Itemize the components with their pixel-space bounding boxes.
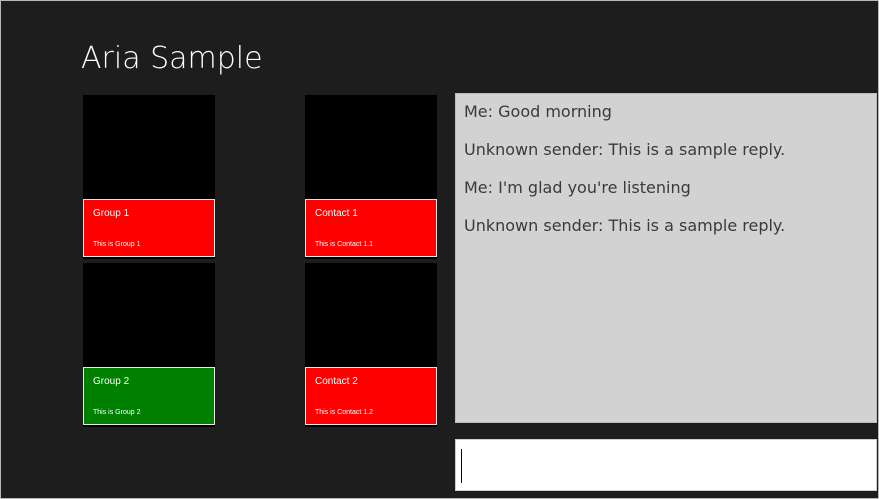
tile-image xyxy=(83,95,215,199)
tile-subtitle: This is Contact 1.2 xyxy=(315,409,373,416)
tile-subtitle: This is Group 2 xyxy=(93,409,141,416)
tile-image xyxy=(83,263,215,367)
chat-message: Me: Good morning xyxy=(464,102,612,121)
page-title: Aria Sample xyxy=(81,41,263,76)
tile-caption: Group 1 This is Group 1 xyxy=(83,199,215,257)
tile-subtitle: This is Group 1 xyxy=(93,241,141,248)
text-caret xyxy=(461,449,462,483)
tile-title: Group 1 xyxy=(93,208,130,219)
tile-caption: Contact 1 This is Contact 1.1 xyxy=(305,199,437,257)
group-tile-1[interactable]: Group 1 This is Group 1 xyxy=(83,95,215,259)
tile-caption: Group 2 This is Group 2 xyxy=(83,367,215,425)
tile-title: Contact 2 xyxy=(315,376,358,387)
tile-caption: Contact 2 This is Contact 1.2 xyxy=(305,367,437,425)
tile-image xyxy=(305,95,437,199)
tile-title: Group 2 xyxy=(93,376,130,387)
message-input[interactable] xyxy=(455,439,877,491)
tile-subtitle: This is Contact 1.1 xyxy=(315,241,373,248)
tile-image xyxy=(305,263,437,367)
chat-message: Unknown sender: This is a sample reply. xyxy=(464,140,786,159)
app-window: Aria Sample Group 1 This is Group 1 Grou… xyxy=(0,0,879,499)
chat-message: Unknown sender: This is a sample reply. xyxy=(464,216,786,235)
chat-panel[interactable]: Me: Good morning Unknown sender: This is… xyxy=(455,93,877,423)
tile-title: Contact 1 xyxy=(315,208,358,219)
group-tile-2[interactable]: Group 2 This is Group 2 xyxy=(83,263,215,427)
chat-message: Me: I'm glad you're listening xyxy=(464,178,691,197)
contact-tile-2[interactable]: Contact 2 This is Contact 1.2 xyxy=(305,263,437,427)
contact-tile-1[interactable]: Contact 1 This is Contact 1.1 xyxy=(305,95,437,259)
